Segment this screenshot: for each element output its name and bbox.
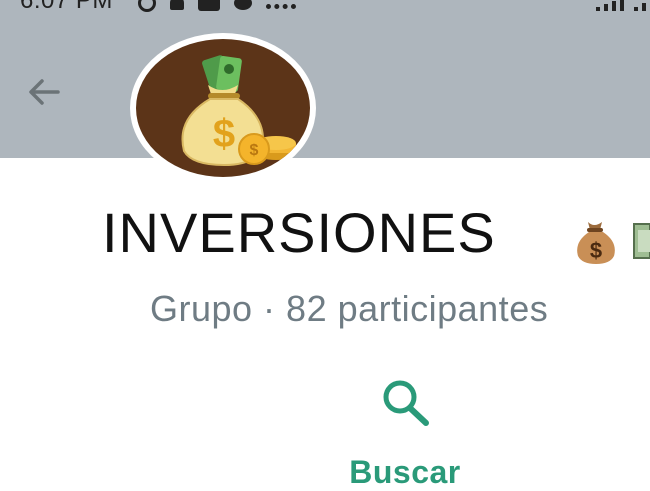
status-bar: 6:07 PM [0,0,650,22]
app-badge-icon [234,0,252,10]
svg-text:$: $ [590,238,602,263]
group-avatar[interactable]: $ $ [130,33,316,183]
status-notification-icons [138,0,296,12]
back-button[interactable] [24,72,64,112]
search-label: Buscar [349,454,461,490]
money-bag-icon: $ $ [181,55,296,167]
avatar-image: $ $ [136,39,310,177]
svg-text:$: $ [250,142,259,159]
group-subtitle: Grupo · 82 participantes [150,288,549,329]
more-notifications-icon [266,0,296,9]
group-header [0,22,650,158]
signal-icon [596,0,646,11]
notification-icon [170,0,184,10]
arrow-left-icon [29,79,60,105]
group-title: INVERSIONES [102,201,496,264]
app-notification-icon [198,0,220,11]
alarm-icon [138,0,156,12]
money-bag-emoji: $ [572,208,650,268]
svg-text:$: $ [213,112,235,156]
status-time: 6:07 PM [20,0,113,14]
search-button[interactable]: Buscar [330,372,480,490]
search-icon [383,380,429,426]
